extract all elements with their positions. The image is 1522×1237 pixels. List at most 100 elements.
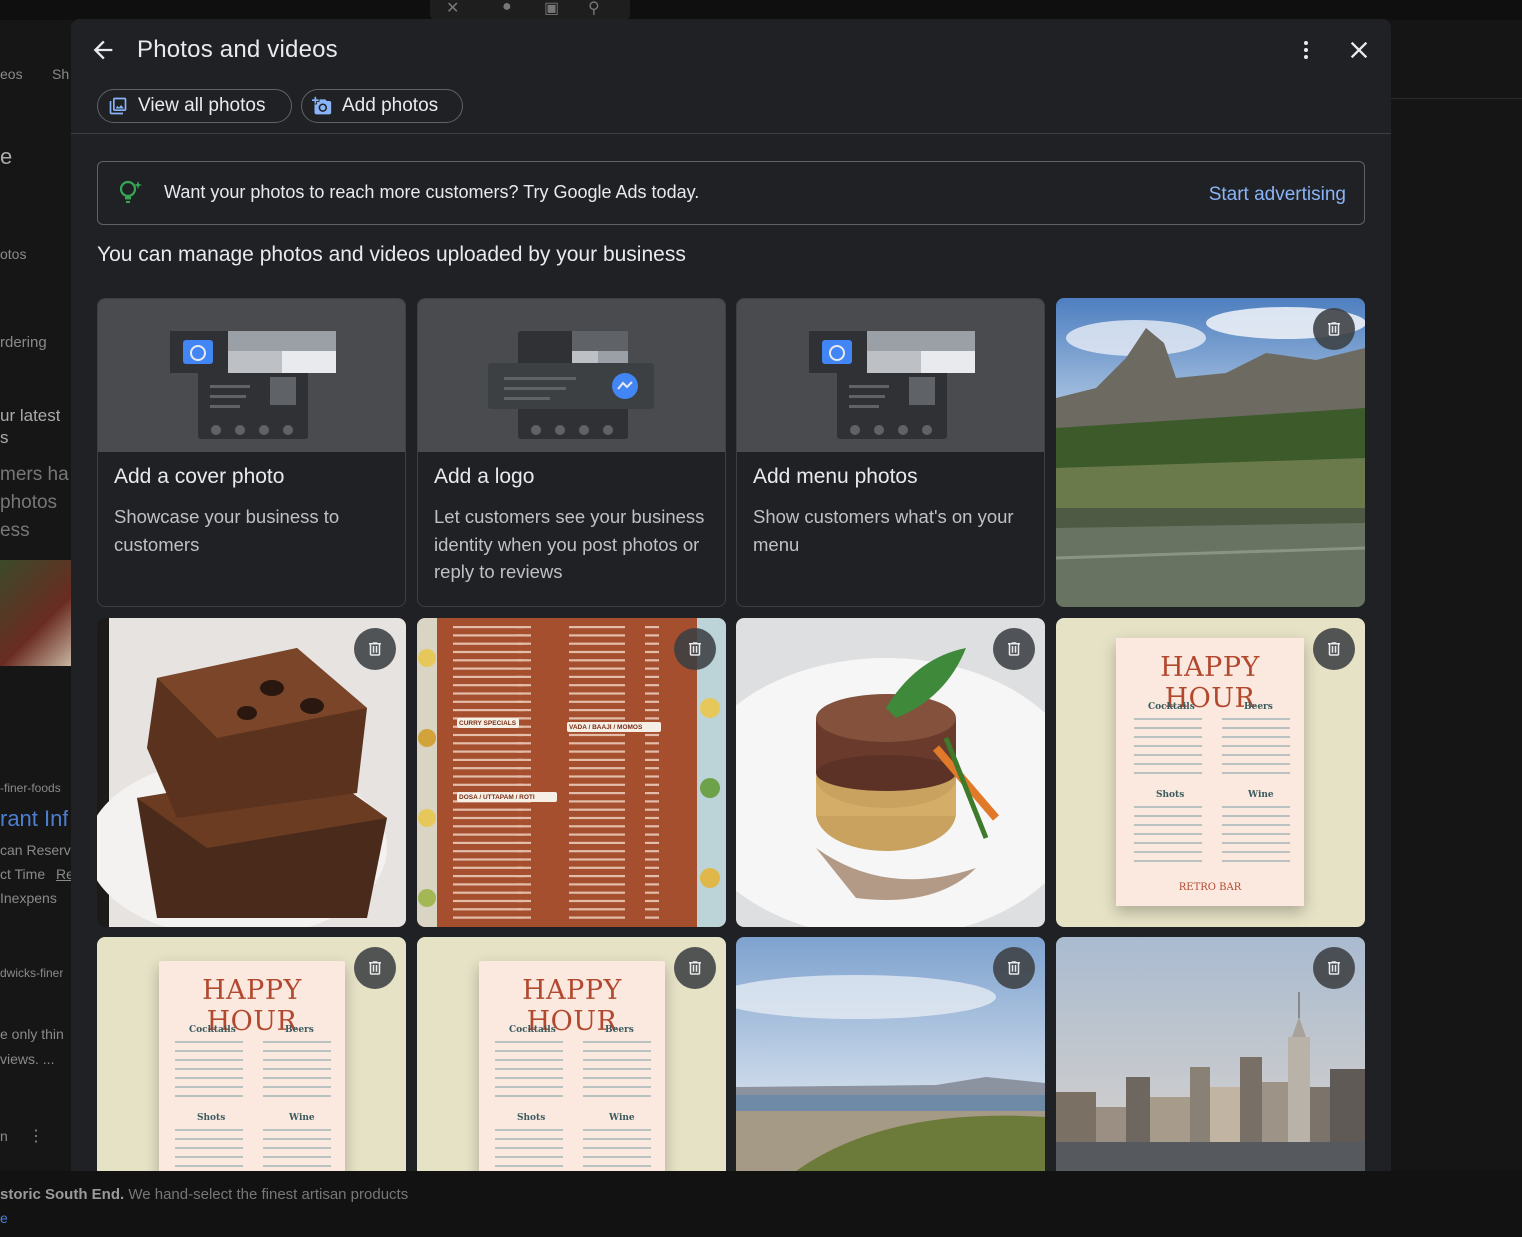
menu-board-row-line xyxy=(645,783,659,786)
menu-board-row-line xyxy=(645,758,659,761)
delete-photo-button[interactable] xyxy=(1313,947,1355,989)
menu-board-row-line xyxy=(645,750,659,753)
menu-board-row-line xyxy=(569,850,625,853)
bg-views: views. ... xyxy=(0,1051,55,1067)
bg-heading: e xyxy=(0,144,13,169)
add-menu-photos-card[interactable]: Add menu photos Show customers what's on… xyxy=(736,298,1045,607)
menu-board-row-line xyxy=(453,841,523,844)
menu-board-row-line xyxy=(569,833,625,836)
menu-board-row-line xyxy=(517,825,531,828)
menu-board-row-line xyxy=(453,858,523,861)
menu-board-row-line xyxy=(453,866,523,869)
mountain-meadow-photo[interactable] xyxy=(1056,298,1365,607)
menu-board-row-line xyxy=(569,908,625,911)
menu-board-row-line xyxy=(645,833,659,836)
brownie-photo[interactable] xyxy=(97,618,406,927)
ads-promo-banner: Want your photos to reach more customers… xyxy=(97,161,1365,225)
menu-board-row-line xyxy=(569,841,625,844)
menu-board-row-line xyxy=(517,875,531,878)
close-button[interactable] xyxy=(1345,36,1373,64)
bg-food-thumbnail xyxy=(0,560,72,666)
menu-board-row-line xyxy=(453,875,523,878)
delete-photo-button[interactable] xyxy=(1313,628,1355,670)
logo-illustration xyxy=(418,299,725,452)
menu-board-row-line xyxy=(453,816,523,820)
steak-dish-photo[interactable] xyxy=(736,618,1045,927)
menu-board-row-line xyxy=(453,825,523,828)
background-search-toolbar: ✕ ● ▣ ⚲ xyxy=(430,0,630,20)
menu-board-row-line xyxy=(645,659,659,662)
delete-photo-button[interactable] xyxy=(674,628,716,670)
poster-cocktails: Cocktails xyxy=(509,1025,556,1035)
menu-board-row-line xyxy=(453,684,523,687)
happy-hour-menu-photo-2[interactable]: HAPPY HOUR Cocktails Beers Shots Wine xyxy=(97,937,406,1171)
poster-shots: Shots xyxy=(197,1113,226,1123)
happy-hour-poster: HAPPY HOUR Cocktails Beers Shots Wine RE… xyxy=(1116,638,1304,906)
lens-icon: ▣ xyxy=(544,0,560,17)
menu-board-row-line xyxy=(517,642,531,645)
menu-board-row-line xyxy=(569,767,625,770)
menu-board-row-line xyxy=(645,692,659,695)
bg-time: ct Time xyxy=(0,866,46,882)
menu-board-row-line xyxy=(517,667,531,670)
menu-board-row-line xyxy=(453,700,523,703)
delete-photo-button[interactable] xyxy=(1313,308,1355,350)
add-photos-button[interactable]: Add photos xyxy=(301,89,463,123)
delete-photo-button[interactable] xyxy=(354,947,396,989)
delete-photo-button[interactable] xyxy=(993,947,1035,989)
menu-section-vada: VADA / BAAJI / MOMOS xyxy=(569,724,643,731)
menu-board-row-line xyxy=(645,875,659,878)
delete-photo-button[interactable] xyxy=(354,628,396,670)
city-skyline-photo[interactable] xyxy=(1056,937,1365,1171)
view-all-photos-button[interactable]: View all photos xyxy=(97,89,292,123)
menu-board-row-line xyxy=(453,692,523,695)
menu-section-dosa: DOSA / UTTAPAM / ROTI xyxy=(459,794,535,801)
poster-beers: Beers xyxy=(1244,702,1273,712)
menu-board-row-line xyxy=(645,626,659,629)
start-advertising-link[interactable]: Start advertising xyxy=(1209,184,1346,206)
mic-icon: ● xyxy=(502,0,512,15)
add-logo-card[interactable]: Add a logo Let customers see your busine… xyxy=(417,298,726,607)
delete-photo-button[interactable] xyxy=(674,947,716,989)
menu-board-row-line xyxy=(645,792,659,795)
menu-board-row-line xyxy=(569,667,625,670)
happy-hour-menu-photo-3[interactable]: HAPPY HOUR Cocktails Beers Shots Wine xyxy=(417,937,726,1171)
menu-board-row-line xyxy=(453,667,523,670)
menu-board-row-line xyxy=(569,650,625,654)
add-photos-label: Add photos xyxy=(342,95,439,116)
add-a-photo-icon xyxy=(312,96,332,115)
happy-hour-poster: HAPPY HOUR Cocktails Beers Shots Wine xyxy=(479,961,665,1171)
manage-photos-subtitle: You can manage photos and videos uploade… xyxy=(97,243,686,266)
back-button[interactable] xyxy=(89,36,117,64)
bg-latest-2: s xyxy=(0,428,9,447)
bg-url-2: dwicks-finer xyxy=(0,966,64,980)
menu-board-row-line xyxy=(569,816,625,820)
close-icon xyxy=(1350,41,1368,59)
beach-photo[interactable] xyxy=(736,937,1045,1171)
indian-menu-board-photo[interactable]: CURRY SPECIALS VADA / BAAJI / MOMOS DOSA… xyxy=(417,618,726,927)
menu-board-row-line xyxy=(517,733,531,737)
poster-wine-list xyxy=(263,1129,331,1171)
menu-board-row-line xyxy=(453,883,523,886)
menu-section-curry: CURRY SPECIALS xyxy=(459,720,517,727)
add-cover-photo-card[interactable]: Add a cover photo Showcase your business… xyxy=(97,298,406,607)
delete-photo-button[interactable] xyxy=(993,628,1035,670)
menu-board-row-line xyxy=(453,758,523,761)
menu-board-row-line xyxy=(645,650,659,654)
background-bottom xyxy=(0,1171,1522,1237)
menu-board-row-line xyxy=(517,684,531,687)
trash-icon xyxy=(1328,642,1340,656)
menu-board-row-line xyxy=(453,916,523,919)
menu-board-row-line xyxy=(517,725,531,728)
card-description: Let customers see your business identity… xyxy=(434,506,705,582)
menu-board-row-line xyxy=(569,800,625,803)
more-options-button[interactable] xyxy=(1294,36,1318,64)
menu-board-row-line xyxy=(645,667,659,670)
menu-board-row-line xyxy=(569,709,625,712)
menu-board-row-line xyxy=(645,808,659,811)
trash-icon xyxy=(369,961,381,975)
photo-library-icon xyxy=(109,97,127,115)
menu-board-row-line xyxy=(645,883,659,886)
happy-hour-menu-photo-1[interactable]: HAPPY HOUR Cocktails Beers Shots Wine RE… xyxy=(1056,618,1365,927)
menu-board-row-line xyxy=(517,659,531,662)
